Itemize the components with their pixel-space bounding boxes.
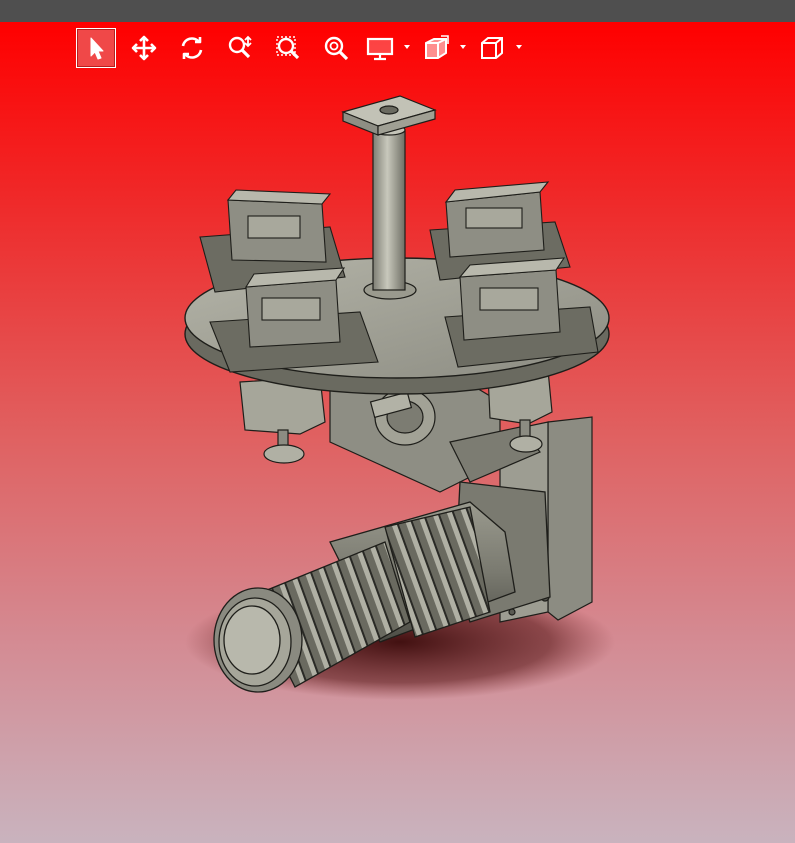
cad-viewport[interactable] <box>0 22 795 843</box>
fixture-module-front-right[interactable] <box>444 257 599 368</box>
window-title-bar <box>0 0 795 22</box>
cad-model-assembly[interactable] <box>0 22 795 843</box>
